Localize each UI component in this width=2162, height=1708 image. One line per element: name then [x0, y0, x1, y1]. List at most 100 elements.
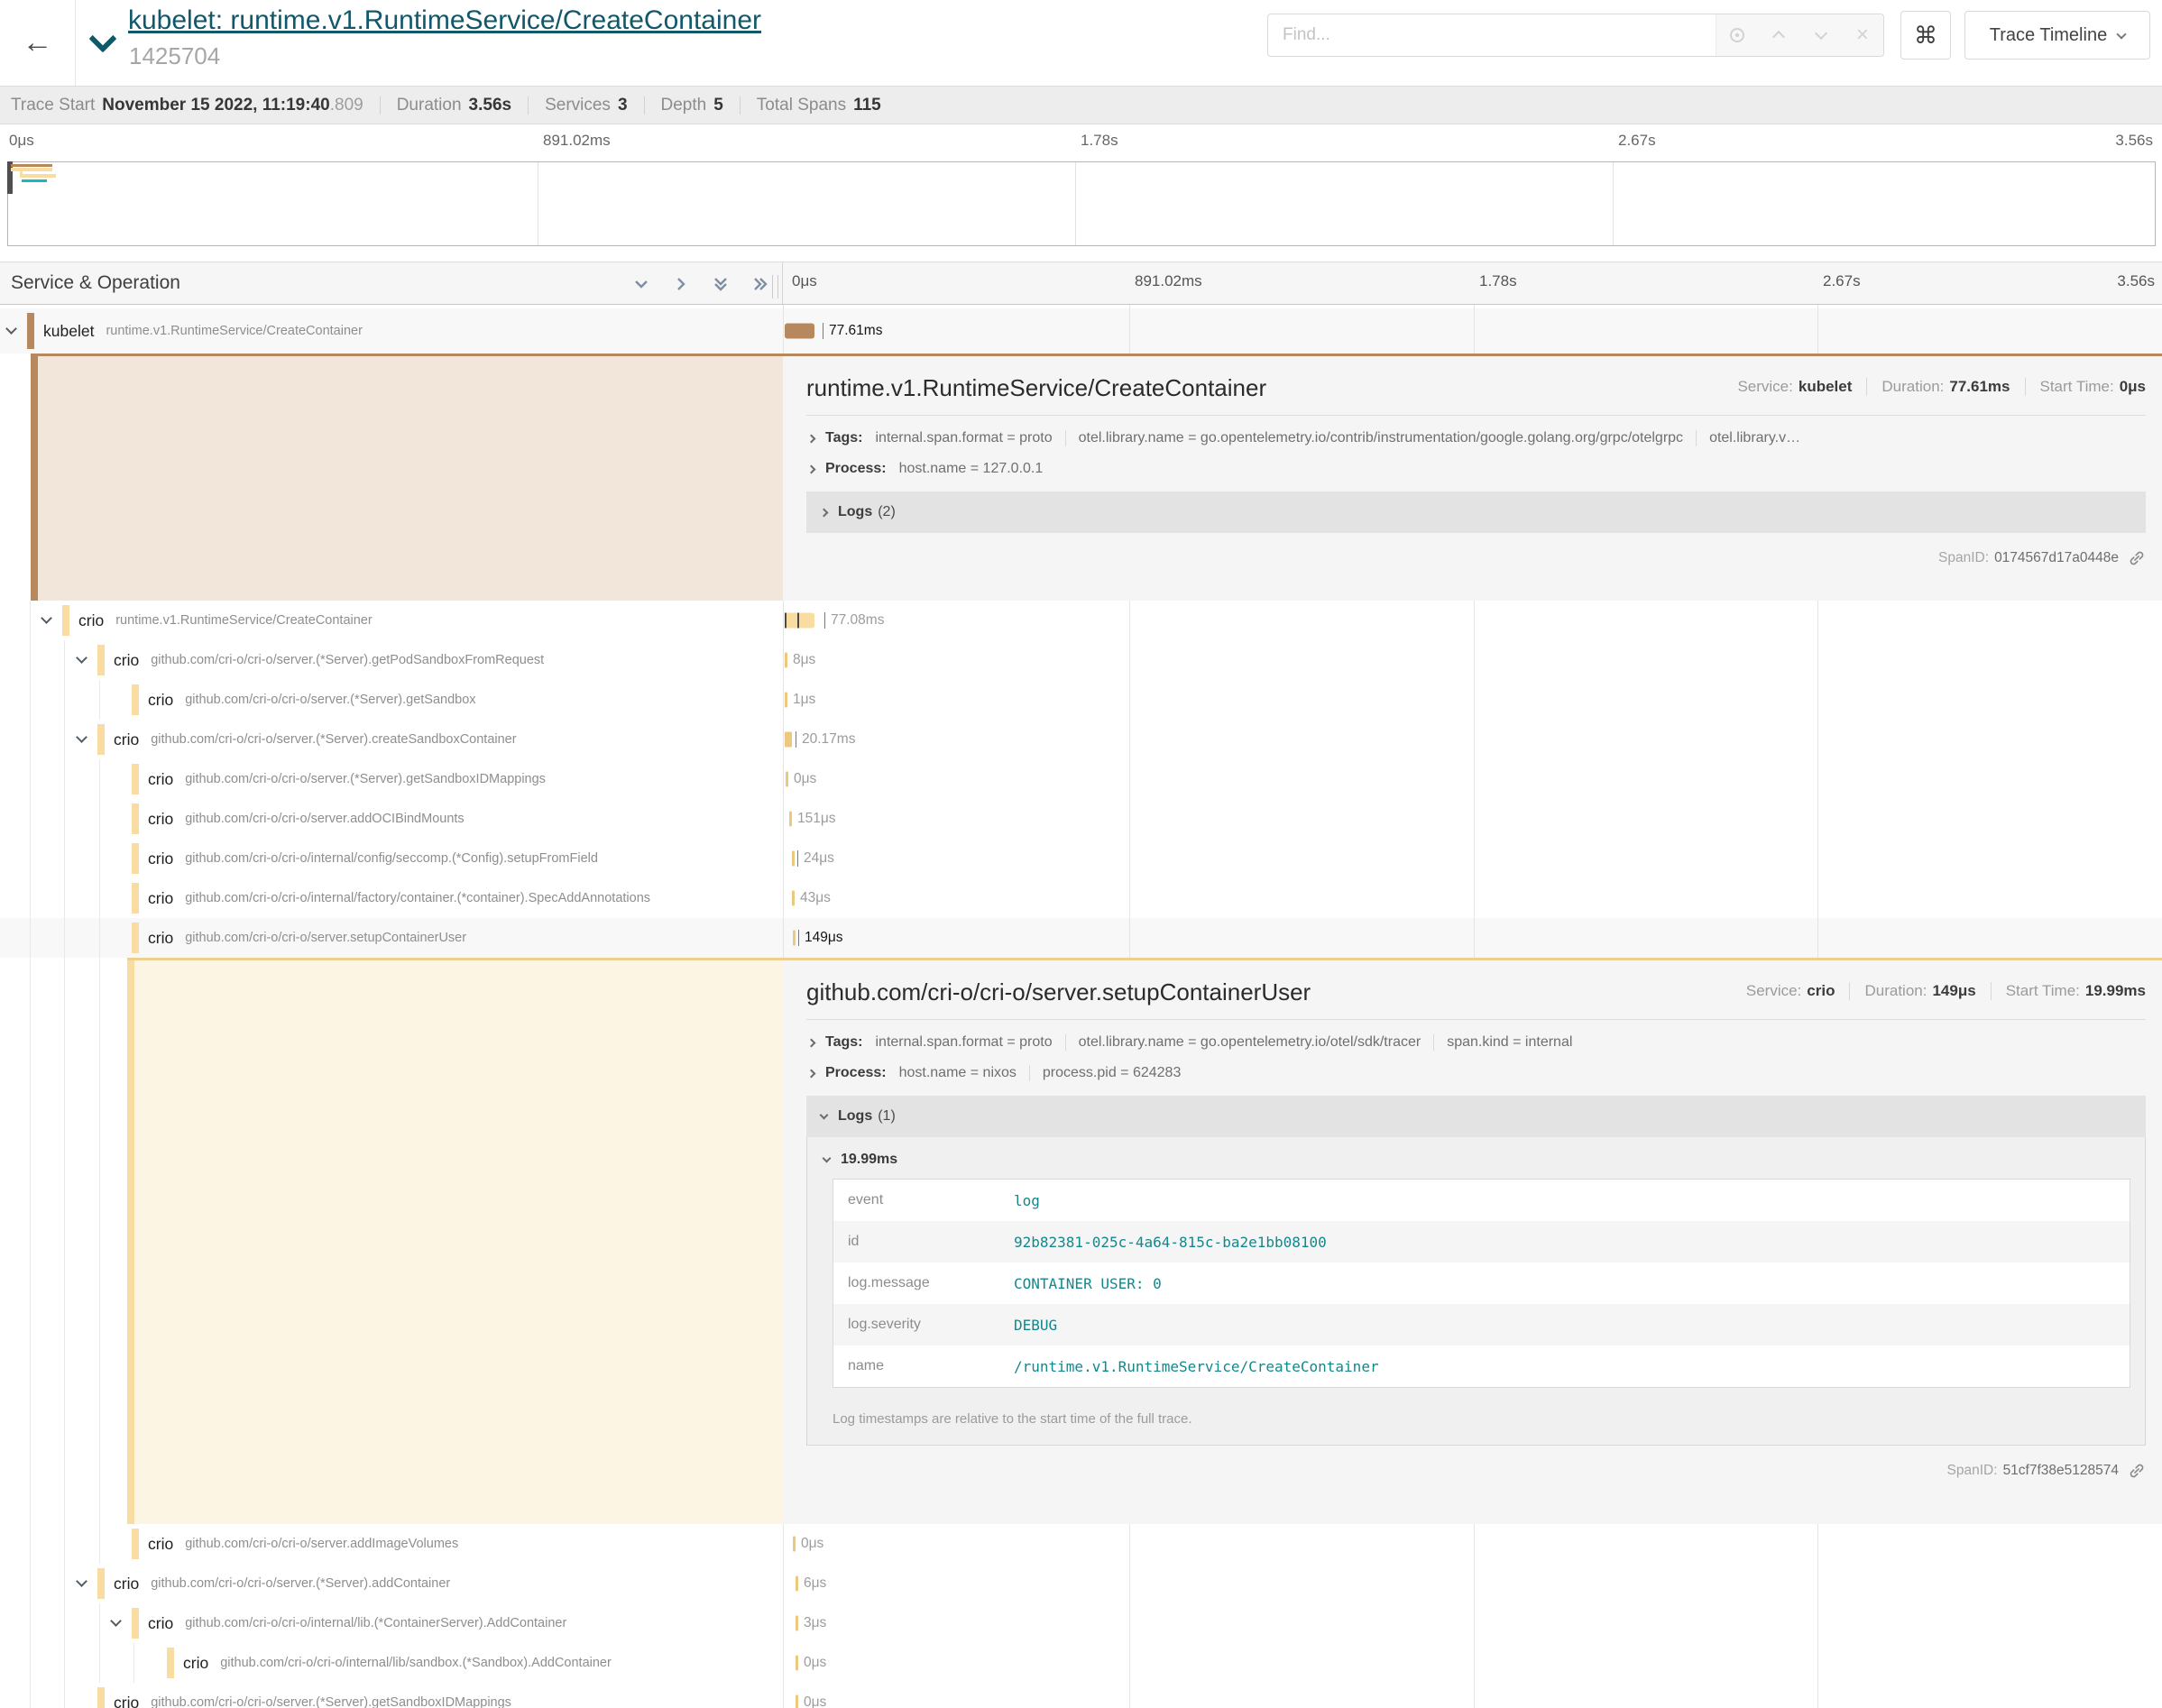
span-service: crio	[114, 730, 139, 749]
tags-row[interactable]: Tags: internal.span.format = proto otel.…	[806, 430, 2146, 446]
collapse-one-icon[interactable]	[671, 274, 691, 294]
span-row[interactable]: crio github.com/cri-o/cri-o/server.(*Ser…	[0, 680, 2162, 720]
chevron-down-icon[interactable]	[41, 612, 52, 624]
find-clear-icon[interactable]: ×	[1847, 20, 1878, 51]
timeline-tick: 1.78s	[1479, 272, 1517, 290]
span-service: crio	[148, 1614, 173, 1633]
span-row[interactable]: crio github.com/cri-o/cri-o/internal/lib…	[0, 1603, 2162, 1643]
collapse-header-chevron-icon[interactable]	[88, 24, 116, 52]
span-bar[interactable]	[785, 732, 792, 748]
collapse-all-icon[interactable]	[750, 274, 770, 294]
span-bar[interactable]	[785, 324, 814, 339]
span-bar[interactable]	[785, 693, 787, 708]
service-label: Service:	[1746, 982, 1801, 1000]
minimap-tick: 2.67s	[1618, 132, 1656, 150]
span-operation: runtime.v1.RuntimeService/CreateContaine…	[106, 324, 363, 338]
chevron-down-icon[interactable]	[5, 323, 17, 335]
start-time-label: Start Time:	[2040, 378, 2114, 396]
process-row[interactable]: Process: host.name = nixos process.pid =…	[806, 1065, 2146, 1081]
span-row[interactable]: crio runtime.v1.RuntimeService/CreateCon…	[0, 601, 2162, 640]
tag-item: otel.library.name = go.opentelemetry.io/…	[1079, 1034, 1421, 1051]
chevron-down-icon	[2117, 29, 2127, 39]
span-row[interactable]: crio github.com/cri-o/cri-o/server.addOC…	[0, 799, 2162, 839]
log-entry-toggle[interactable]: 19.99ms	[822, 1152, 2130, 1168]
expand-one-icon[interactable]	[631, 274, 651, 294]
copy-link-icon[interactable]	[2128, 549, 2146, 567]
span-bar[interactable]	[796, 1576, 798, 1592]
span-bar[interactable]	[785, 613, 814, 629]
copy-link-icon[interactable]	[2128, 1462, 2146, 1480]
process-row[interactable]: Process: host.name = 127.0.0.1	[806, 461, 2146, 477]
span-service: crio	[78, 611, 104, 630]
span-bar[interactable]	[789, 812, 792, 827]
span-bar[interactable]	[785, 653, 787, 668]
find-next-icon[interactable]	[1806, 20, 1836, 51]
trace-minimap: 0μs 891.02ms 1.78s 2.67s 3.56s	[0, 124, 2162, 262]
span-row[interactable]: crio github.com/cri-o/cri-o/internal/fac…	[0, 878, 2162, 918]
span-row[interactable]: crio github.com/cri-o/cri-o/server.addIm…	[0, 1524, 2162, 1564]
span-row[interactable]: crio github.com/cri-o/cri-o/server.(*Ser…	[0, 720, 2162, 759]
expand-all-icon[interactable]	[711, 274, 731, 294]
span-bar[interactable]	[796, 1656, 798, 1671]
find-input[interactable]	[1268, 14, 1716, 56]
total-spans-value: 115	[853, 96, 881, 115]
timeline-tick: 3.56s	[2117, 272, 2155, 290]
logs-toggle[interactable]: Logs (1)	[806, 1096, 2146, 1137]
minimap-canvas[interactable]	[7, 161, 2156, 246]
find-prev-icon[interactable]	[1763, 20, 1794, 51]
span-bar[interactable]	[793, 931, 796, 946]
span-service: crio	[148, 849, 173, 868]
chevron-down-icon[interactable]	[76, 731, 87, 743]
span-bar[interactable]	[786, 772, 788, 787]
span-operation: github.com/cri-o/cri-o/internal/config/s…	[185, 851, 598, 866]
span-rows-area: kubelet runtime.v1.RuntimeService/Create…	[0, 305, 2162, 1708]
span-bar[interactable]	[792, 891, 795, 906]
span-row[interactable]: crio github.com/cri-o/cri-o/internal/lib…	[0, 1643, 2162, 1683]
top-header: ← kubelet: runtime.v1.RuntimeService/Cre…	[0, 0, 2162, 86]
view-selector-button[interactable]: Trace Timeline	[1964, 11, 2150, 60]
span-operation: github.com/cri-o/cri-o/internal/lib.(*Co…	[185, 1616, 566, 1630]
start-time-label: Start Time:	[2006, 982, 2080, 1000]
span-service: crio	[114, 651, 139, 670]
services-label: Services	[545, 96, 611, 115]
tag-item: otel.library.v…	[1709, 430, 1800, 446]
span-row[interactable]: crio github.com/cri-o/cri-o/server.(*Ser…	[0, 759, 2162, 799]
span-duration: 0μs	[804, 1655, 826, 1671]
span-bar[interactable]	[796, 1616, 798, 1631]
chevron-down-icon[interactable]	[76, 652, 87, 664]
span-row[interactable]: crio github.com/cri-o/cri-o/server.(*Ser…	[0, 1683, 2162, 1708]
chevron-down-icon[interactable]	[110, 1615, 122, 1627]
logs-toggle[interactable]: Logs (2)	[806, 491, 2146, 533]
chevron-right-icon	[807, 1069, 816, 1078]
trace-title-link[interactable]: kubelet: runtime.v1.RuntimeService/Creat…	[128, 5, 761, 36]
span-duration: 1μs	[793, 692, 815, 708]
column-resizer-handle[interactable]	[772, 275, 778, 298]
span-duration: 151μs	[797, 811, 836, 827]
span-operation: github.com/cri-o/cri-o/server.addImageVo…	[185, 1537, 458, 1551]
jaeger-trace-page: ← kubelet: runtime.v1.RuntimeService/Cre…	[0, 0, 2162, 1708]
minimap-tick: 0μs	[9, 132, 34, 150]
span-bar[interactable]	[793, 1537, 796, 1552]
span-bar[interactable]	[792, 851, 795, 867]
span-row[interactable]: kubelet runtime.v1.RuntimeService/Create…	[0, 308, 2162, 354]
span-row-selected[interactable]: crio github.com/cri-o/cri-o/server.setup…	[0, 918, 2162, 958]
service-color-bar	[132, 684, 139, 715]
span-row[interactable]: crio github.com/cri-o/cri-o/internal/con…	[0, 839, 2162, 878]
service-color-bar	[62, 605, 69, 636]
chevron-down-icon[interactable]	[76, 1575, 87, 1587]
span-row[interactable]: crio github.com/cri-o/cri-o/server.(*Ser…	[0, 1564, 2162, 1603]
locate-icon[interactable]	[1722, 20, 1753, 51]
span-bar[interactable]	[796, 1695, 798, 1708]
minimap-tick: 891.02ms	[543, 132, 611, 150]
tags-row[interactable]: Tags: internal.span.format = proto otel.…	[806, 1034, 2146, 1051]
log-entry-time: 19.99ms	[841, 1152, 897, 1168]
span-row[interactable]: crio github.com/cri-o/cri-o/server.(*Ser…	[0, 640, 2162, 680]
service-color-bar	[132, 883, 139, 914]
span-duration: 43μs	[800, 890, 831, 906]
logs-label: Logs	[838, 1108, 872, 1125]
back-button[interactable]: ←	[0, 0, 76, 86]
keyboard-shortcuts-button[interactable]: ⌘	[1900, 11, 1951, 60]
process-item: host.name = 127.0.0.1	[899, 461, 1044, 477]
span-operation: runtime.v1.RuntimeService/CreateContaine…	[115, 613, 373, 628]
minimap-tick: 1.78s	[1081, 132, 1118, 150]
